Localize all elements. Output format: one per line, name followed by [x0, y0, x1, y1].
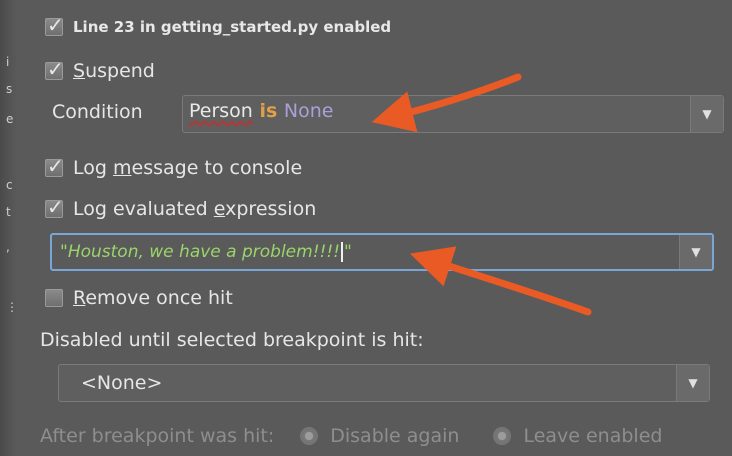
disable-again-label: Disable again	[330, 425, 460, 447]
log-expression-label: Log evaluated expression	[73, 198, 317, 220]
breakpoint-select[interactable]: <None> ▼	[58, 364, 710, 402]
chevron-down-icon[interactable]: ▼	[679, 235, 712, 269]
remove-once-hit-checkbox[interactable]	[45, 289, 63, 307]
condition-expression[interactable]: Person is None	[189, 100, 334, 122]
breakpoint-select-value: <None>	[81, 372, 163, 394]
log-expression-row[interactable]: Log evaluated expression	[45, 195, 317, 220]
disabled-until-row: Disabled until selected breakpoint is hi…	[40, 329, 424, 351]
gutter-mark: ⋮	[6, 300, 18, 314]
remove-once-hit-label: Remove once hit	[73, 287, 233, 309]
enabled-checkbox[interactable]	[45, 13, 64, 37]
gutter-mark: i	[6, 55, 10, 69]
breakpoint-properties-panel: i s e c t , ⋮ Line 23 in getting_started…	[0, 0, 732, 456]
suspend-checkbox[interactable]	[45, 57, 64, 81]
chevron-down-icon[interactable]: ▼	[676, 365, 709, 401]
breakpoint-enabled-row[interactable]: Line 23 in getting_started.py enabled	[45, 13, 392, 37]
log-message-row[interactable]: Log message to console	[45, 154, 303, 179]
gutter-mark: e	[6, 112, 14, 126]
editor-gutter-strip: i s e c t , ⋮	[0, 0, 18, 456]
gutter-mark: t	[6, 205, 11, 219]
gutter-mark: s	[6, 82, 13, 96]
condition-combobox[interactable]: Person is None ▼	[182, 95, 724, 133]
remove-once-hit-row[interactable]: Remove once hit	[45, 287, 233, 309]
log-message-label: Log message to console	[73, 157, 303, 179]
log-message-checkbox[interactable]	[45, 154, 64, 178]
suspend-row[interactable]: Suspend	[45, 57, 155, 82]
condition-token-constant: None	[283, 100, 334, 122]
chevron-down-icon[interactable]: ▼	[690, 96, 723, 132]
log-expression-checkbox[interactable]	[45, 195, 64, 219]
after-hit-row: After breakpoint was hit: Disable again …	[40, 425, 662, 447]
text-caret	[340, 242, 343, 262]
disabled-until-label: Disabled until selected breakpoint is hi…	[40, 329, 424, 351]
expression-input[interactable]: "Houston, we have a problem!!!! "	[60, 242, 352, 262]
after-hit-label: After breakpoint was hit:	[40, 425, 275, 447]
leave-enabled-label: Leave enabled	[523, 425, 663, 447]
disable-again-radio[interactable]	[300, 427, 319, 445]
condition-label-row: Condition	[52, 101, 143, 123]
expression-combobox[interactable]: "Houston, we have a problem!!!! " ▼	[50, 233, 714, 271]
condition-label: Condition	[52, 101, 143, 123]
breakpoint-enabled-label: Line 23 in getting_started.py enabled	[73, 18, 392, 36]
leave-enabled-radio[interactable]	[493, 427, 512, 445]
condition-token-name: Person	[189, 100, 253, 122]
suspend-label: Suspend	[73, 60, 155, 82]
condition-token-keyword: is	[252, 100, 284, 122]
gutter-mark: c	[6, 178, 13, 192]
gutter-mark: ,	[6, 240, 10, 254]
